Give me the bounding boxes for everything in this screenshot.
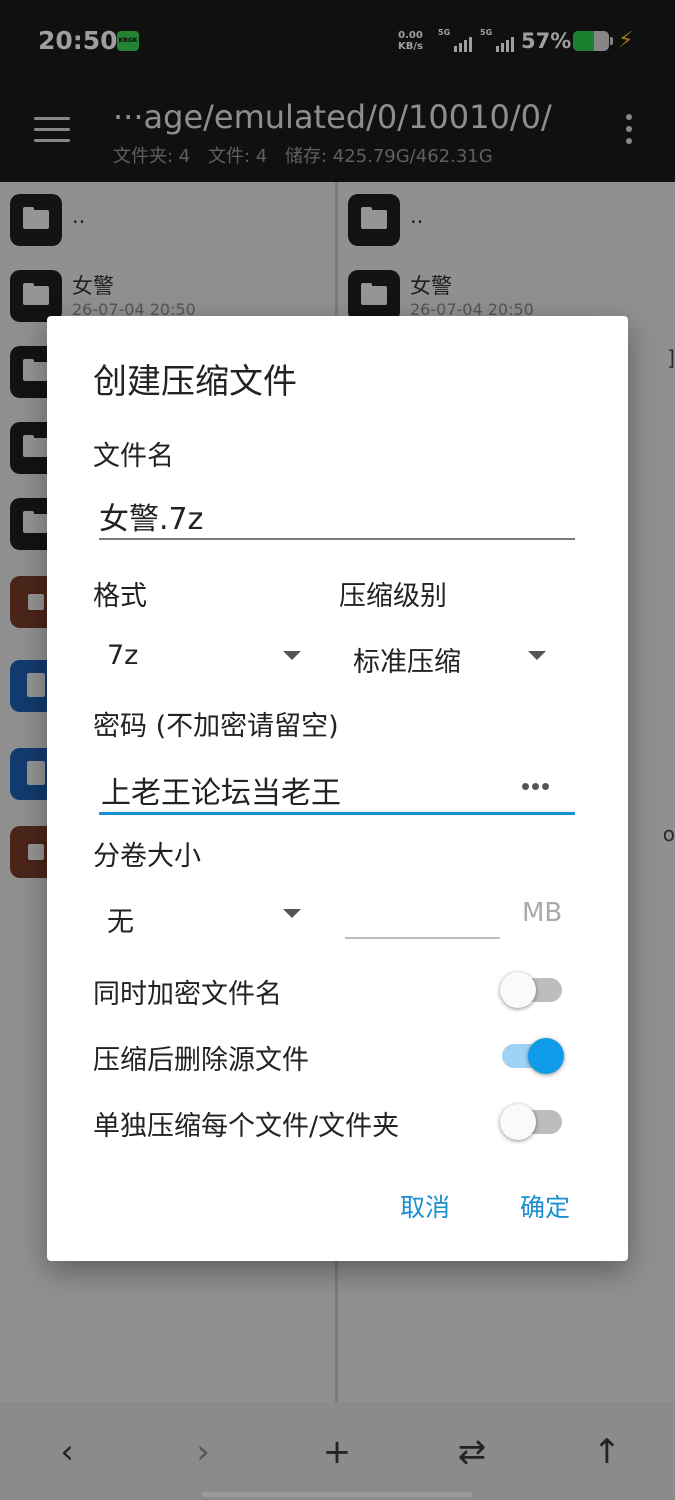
encrypt-names-toggle[interactable] xyxy=(500,968,564,1008)
format-label: 格式 xyxy=(93,581,147,612)
delete-source-toggle[interactable] xyxy=(500,1034,564,1074)
volume-size-input[interactable] xyxy=(345,937,500,939)
password-label: 密码 (不加密请留空) xyxy=(93,711,339,742)
filename-input[interactable]: 女警.7z xyxy=(99,494,203,538)
dialog-title: 创建压缩文件 xyxy=(93,362,297,402)
password-input[interactable]: 上老王论坛当老王 xyxy=(101,768,341,812)
volume-unit: MB xyxy=(522,898,563,928)
format-select[interactable]: 7z xyxy=(107,640,138,671)
ok-button[interactable]: 确定 xyxy=(520,1188,570,1224)
chevron-down-icon[interactable] xyxy=(283,651,301,660)
cancel-button[interactable]: 取消 xyxy=(400,1188,450,1224)
volume-label: 分卷大小 xyxy=(93,841,201,872)
separate-archive-label: 单独压缩每个文件/文件夹 xyxy=(93,1111,400,1142)
chevron-down-icon[interactable] xyxy=(283,909,301,918)
volume-select[interactable]: 无 xyxy=(107,900,134,939)
create-archive-dialog: 创建压缩文件 文件名 女警.7z 格式 压缩级别 7z 标准压缩 密码 (不加密… xyxy=(47,316,628,1261)
show-password-icon[interactable] xyxy=(522,775,554,790)
delete-source-label: 压缩后删除源文件 xyxy=(93,1045,309,1076)
separate-archive-toggle[interactable] xyxy=(500,1100,564,1140)
home-indicator[interactable] xyxy=(202,1492,472,1497)
level-label: 压缩级别 xyxy=(339,581,447,612)
level-select[interactable]: 标准压缩 xyxy=(353,640,461,679)
encrypt-names-label: 同时加密文件名 xyxy=(93,979,282,1010)
chevron-down-icon[interactable] xyxy=(528,651,546,660)
filename-label: 文件名 xyxy=(93,441,174,472)
